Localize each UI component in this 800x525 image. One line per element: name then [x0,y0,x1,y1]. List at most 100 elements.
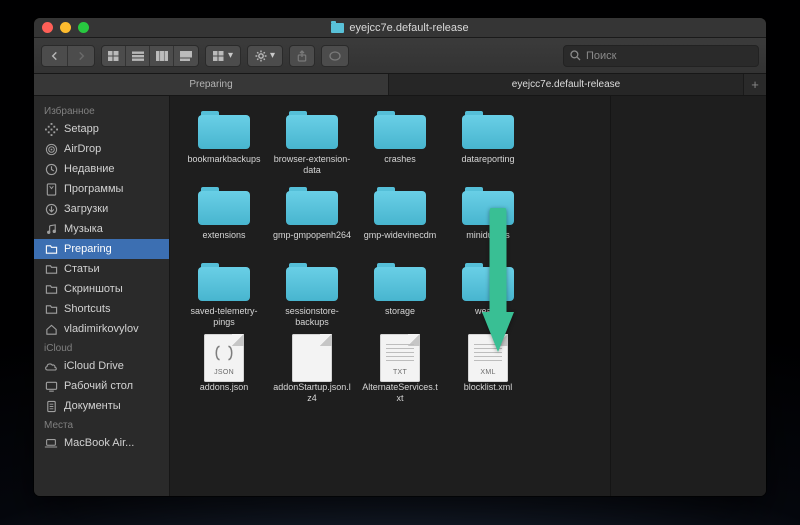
sidebar-item-recents[interactable]: Недавние [34,159,169,179]
action-button[interactable]: ▾ [247,45,283,67]
content: bookmarkbackupsbrowser-extension-data cra… [170,96,766,496]
folder-item[interactable]: saved-telemetry-pings [182,258,266,328]
folder-icon [370,106,430,154]
folder-item[interactable]: weave [446,258,530,328]
minimize-button[interactable] [60,22,71,33]
sidebar-item-label: Setapp [64,123,99,135]
tab-default-release[interactable]: eyejcc7e.default-release [389,74,744,95]
folder-icon [282,258,342,306]
folder-icon [282,106,342,154]
sidebar-item-icloud[interactable]: iCloud Drive [34,356,169,376]
search-field[interactable]: Поиск [563,45,759,67]
file-icon: JSON [194,334,254,382]
view-switcher [101,45,199,67]
list-view-button[interactable] [126,46,150,66]
setapp-icon [44,122,58,136]
downloads-icon [44,202,58,216]
maximize-button[interactable] [78,22,89,33]
sidebar-item-label: AirDrop [64,143,101,155]
sidebar-item-label: Shortcuts [64,303,110,315]
sidebar-item-setapp[interactable]: Setapp [34,119,169,139]
item-label: extensions [200,230,247,252]
sidebar-item-label: MacBook Air... [64,437,134,449]
airdrop-icon [44,142,58,156]
folder-item[interactable]: storage [358,258,442,328]
folder-item[interactable]: gmp-gmpopenh264 [270,182,354,252]
search-placeholder: Поиск [586,50,616,62]
sidebar-item-folder[interactable]: Статьи [34,259,169,279]
item-label: AlternateServices.txt [358,382,442,404]
folder-item[interactable]: minidumps [446,182,530,252]
back-button[interactable] [42,46,68,66]
sidebar-item-folder[interactable]: Скриншоты [34,279,169,299]
share-button[interactable] [289,45,315,67]
sidebar-item-label: vladimirkovylov [64,323,139,335]
item-label: blocklist.xml [462,382,515,404]
forward-button[interactable] [68,46,94,66]
tab-preparing[interactable]: Preparing [34,74,389,95]
icon-view-button[interactable] [102,46,126,66]
gallery-view-button[interactable] [174,46,198,66]
item-label: addons.json [198,382,251,404]
sidebar-section-header: iCloud [34,339,169,356]
sidebar-item-label: Программы [64,183,123,195]
item-label: weave [473,306,503,328]
folder-item[interactable]: bookmarkbackups [182,106,266,176]
sidebar-item-docs[interactable]: Документы [34,396,169,416]
folder-icon [44,302,58,316]
file-item[interactable]: XMLblocklist.xml [446,334,530,404]
sidebar-item-label: Недавние [64,163,115,175]
sidebar-item-folder[interactable]: Preparing [34,239,169,259]
file-icon: XML [458,334,518,382]
folder-item[interactable]: crashes [358,106,442,176]
folder-item[interactable]: datareporting [446,106,530,176]
laptop-icon [44,436,58,450]
home-icon [44,322,58,336]
folder-icon [458,106,518,154]
sidebar-item-label: Загрузки [64,203,108,215]
sidebar-item-label: Preparing [64,243,112,255]
folder-icon [194,258,254,306]
sidebar-item-airdrop[interactable]: AirDrop [34,139,169,159]
window-controls [42,22,89,33]
file-icon: TXT [370,334,430,382]
recents-icon [44,162,58,176]
sidebar-item-apps[interactable]: Программы [34,179,169,199]
item-label: saved-telemetry-pings [182,306,266,328]
item-label: crashes [382,154,418,176]
folder-item[interactable]: sessionstore-backups [270,258,354,328]
body: ИзбранноеSetappAirDropНедавниеПрограммыЗ… [34,96,766,496]
sidebar-item-home[interactable]: vladimirkovylov [34,319,169,339]
apps-icon [44,182,58,196]
folder-icon [458,182,518,230]
sidebar-item-desktop[interactable]: Рабочий стол [34,376,169,396]
file-item[interactable]: TXTAlternateServices.txt [358,334,442,404]
folder-item[interactable]: browser-extension-data [270,106,354,176]
nav-buttons [41,45,95,67]
file-item[interactable]: JSONaddons.json [182,334,266,404]
sidebar-item-downloads[interactable]: Загрузки [34,199,169,219]
file-grid-area[interactable]: bookmarkbackupsbrowser-extension-data cra… [170,96,610,496]
folder-icon [194,182,254,230]
folder-item[interactable]: gmp-widevinecdm [358,182,442,252]
sidebar-item-label: Рабочий стол [64,380,133,392]
tags-button[interactable] [321,45,349,67]
file-item[interactable]: addonStartup.json.lz4 [270,334,354,404]
new-tab-button[interactable]: + [744,74,766,95]
sidebar-item-label: iCloud Drive [64,360,124,372]
sidebar-item-label: Музыка [64,223,103,235]
folder-icon [370,258,430,306]
sidebar-item-laptop[interactable]: MacBook Air... [34,433,169,453]
folder-item[interactable]: extensions [182,182,266,252]
item-label: minidumps [464,230,512,252]
folder-icon [458,258,518,306]
item-label: gmp-widevinecdm [362,230,439,252]
sidebar-item-folder[interactable]: Shortcuts [34,299,169,319]
window-title: eyejcc7e.default-release [34,22,766,34]
close-button[interactable] [42,22,53,33]
column-view-button[interactable] [150,46,174,66]
sidebar-item-label: Документы [64,400,121,412]
arrange-button[interactable]: ▾ [205,45,241,67]
sidebar-item-music[interactable]: Музыка [34,219,169,239]
item-label: addonStartup.json.lz4 [270,382,354,404]
